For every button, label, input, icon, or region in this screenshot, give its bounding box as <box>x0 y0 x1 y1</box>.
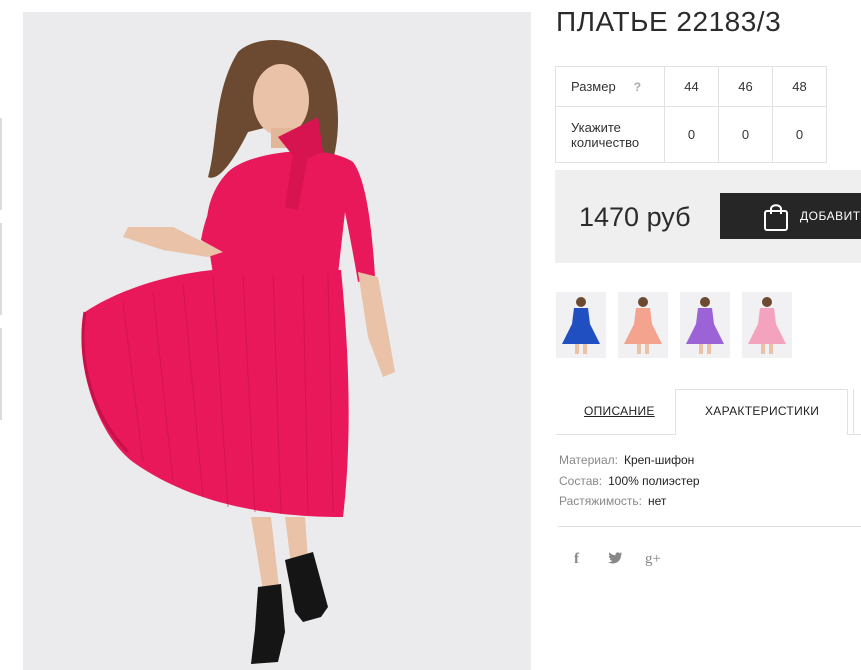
tab-divider <box>847 434 861 435</box>
spec-key: Состав: <box>559 474 603 488</box>
google-plus-icon[interactable]: g+ <box>645 551 661 568</box>
twitter-icon[interactable] <box>608 551 624 569</box>
product-price: 1470 руб <box>579 202 691 232</box>
twitter-bird-glyph <box>608 552 623 564</box>
spec-value: Креп-шифон <box>623 453 695 467</box>
size-46-cell: 46 <box>718 66 773 107</box>
size-48-cell: 48 <box>772 66 827 107</box>
quantity-46-input[interactable]: 0 <box>718 106 773 163</box>
spec-key: Материал: <box>559 453 618 467</box>
variant-thumbnail-purple[interactable] <box>680 292 730 358</box>
product-title: ПЛАТЬЕ 22183/3 <box>556 6 782 37</box>
variant-thumbnail-peach[interactable] <box>618 292 668 358</box>
size-row: Размер? 44 46 48 <box>555 66 827 107</box>
size-label-cell: Размер? <box>555 66 665 107</box>
add-to-cart-button[interactable]: ДОБАВИТ <box>720 193 861 239</box>
thumbnail-edge[interactable] <box>0 118 2 210</box>
section-divider <box>558 526 861 527</box>
size-44-cell: 44 <box>664 66 719 107</box>
price-box: 1470 руб ДОБАВИТ <box>555 170 861 263</box>
product-main-photo[interactable] <box>23 12 531 670</box>
spec-row-material: Материал: Креп-шифон <box>559 453 694 467</box>
quantity-label-line2: количество <box>571 134 640 150</box>
variant-pink-image <box>748 297 786 354</box>
size-help-icon[interactable]: ? <box>634 80 641 94</box>
variant-peach-image <box>624 297 662 354</box>
tab-characteristics[interactable]: ХАРАКТЕРИСТИКИ <box>705 404 819 418</box>
spec-row-composition: Состав: 100% полиэстер <box>559 474 700 488</box>
tab-edge <box>853 389 854 435</box>
add-to-cart-label: ДОБАВИТ <box>800 209 861 223</box>
quantity-label-line1: Укажите <box>571 119 621 135</box>
size-table: Размер? 44 46 48 Укажите количество 0 0 … <box>555 66 827 163</box>
thumbnail-edge[interactable] <box>0 223 2 315</box>
spec-value: нет <box>648 494 667 508</box>
shopping-bag-icon <box>764 204 788 231</box>
variant-thumbnail-blue[interactable] <box>556 292 606 358</box>
spec-key: Растяжимость: <box>559 494 643 508</box>
variant-blue-image <box>562 297 600 354</box>
facebook-icon[interactable]: f <box>574 551 579 568</box>
quantity-44-input[interactable]: 0 <box>664 106 719 163</box>
quantity-48-input[interactable]: 0 <box>772 106 827 163</box>
tab-divider <box>556 434 676 435</box>
quantity-label-cell: Укажите количество <box>555 106 665 163</box>
tab-description[interactable]: ОПИСАНИЕ <box>584 404 655 418</box>
spec-row-stretch: Растяжимость: нет <box>559 494 666 508</box>
dress-model-image <box>23 12 531 670</box>
thumbnail-strip[interactable] <box>0 0 3 670</box>
variant-thumbnail-pink[interactable] <box>742 292 792 358</box>
size-label: Размер <box>571 79 616 94</box>
variant-purple-image <box>686 297 724 354</box>
spec-value: 100% полиэстер <box>608 474 700 488</box>
thumbnail-edge[interactable] <box>0 328 2 420</box>
quantity-row: Укажите количество 0 0 0 <box>555 106 827 163</box>
